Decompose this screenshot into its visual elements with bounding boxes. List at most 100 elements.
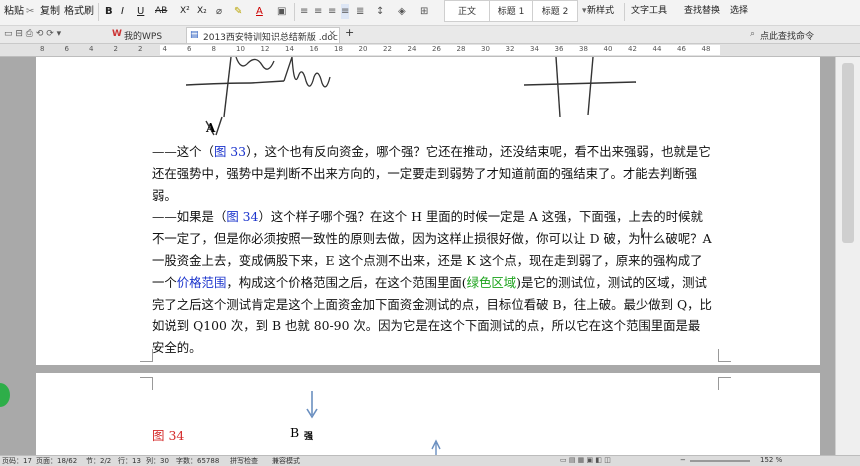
horizontal-ruler[interactable]: 8 6 4 2 2 4 6 8 10 12 14 16 18 20 22 24 26 28 30 32 34 36 38 40…: [0, 44, 860, 57]
figure-33-reference[interactable]: 图 33: [214, 144, 246, 159]
ruler-number: 6: [64, 45, 69, 53]
find-replace-button[interactable]: 查找替换: [684, 4, 720, 19]
align-left-icon[interactable]: ≡: [300, 4, 308, 19]
para2-text-b: ，构成这个价格范围之后，在这个范围里面(: [226, 274, 467, 290]
status-bar: 页码：17 页面：18/62 节：2/2 行：13 列：30 字数：65788 …: [0, 455, 860, 466]
ruler-number: 34: [530, 45, 539, 53]
ruler-number: 14: [285, 45, 294, 53]
figure-label-a: A: [206, 121, 216, 135]
ruler-number: 44: [652, 45, 662, 53]
document-body[interactable]: ——这个（图 33），这个也有反向资金，哪个强？它还在推动，还没结束呢，看不出来…: [152, 141, 712, 359]
doc-tab-title: 2013西安特训知识总结新版 .doc: [203, 33, 338, 43]
ruler-number: 4: [162, 45, 167, 53]
italic-button[interactable]: I: [121, 4, 124, 19]
style-heading2[interactable]: 标题 2: [532, 0, 578, 22]
doc-icon: ▤: [190, 30, 199, 40]
close-tab-icon[interactable]: ×: [328, 29, 336, 39]
tab-my-wps[interactable]: 我的WPS: [124, 29, 162, 42]
highlight-icon[interactable]: ✎: [234, 4, 242, 19]
new-tab-button[interactable]: +: [345, 26, 354, 39]
tab-document[interactable]: ▤ 2013西安特训知识总结新版 .doc ×: [186, 27, 340, 43]
document-canvas: A ——这个（图 33），这个也有反向资金，哪个强？它还在推动，还没结束呢，看不…: [0, 57, 835, 455]
figure-label-b: B: [290, 425, 300, 440]
underline-button[interactable]: U: [137, 4, 144, 19]
copy-button[interactable]: 复制: [40, 4, 60, 19]
cut-icon[interactable]: ✂: [26, 4, 34, 19]
text-cursor-icon: I: [640, 227, 644, 242]
ruler-number: 2: [138, 45, 143, 53]
shading-icon[interactable]: ◈: [398, 4, 406, 19]
quick-access-icon[interactable]: ▭ ⊟ ⎙ ⟲ ⟳ ▾: [4, 29, 61, 39]
view-mode-icons[interactable]: ▭ ▤ ▦ ▣ ◧ ◫: [560, 456, 611, 464]
paragraph-2: ——如果是（图 34）这个样子哪个强？在这个 H 里面的时候一定是 A 这强，下…: [152, 206, 712, 359]
ruler-number: 8: [211, 45, 216, 53]
ruler-number: 22: [383, 45, 392, 53]
ribbon-toolbar: 粘贴 ✂ 复制 格式刷 B I U AB X² X₂ ⌀ ✎ A ▣ ≡ ≡ ≡…: [0, 0, 860, 26]
style-normal[interactable]: 正文: [444, 0, 490, 22]
subscript-button[interactable]: X₂: [197, 4, 207, 19]
ruler-number: 4: [89, 45, 94, 53]
ruler-number: 40: [603, 45, 613, 53]
floating-assistant-icon[interactable]: [0, 383, 10, 407]
ruler-number: 42: [628, 45, 637, 53]
strikethrough-button[interactable]: AB: [155, 4, 167, 19]
font-color-button[interactable]: A: [256, 4, 263, 19]
format-painter-button[interactable]: 格式刷: [64, 4, 94, 19]
vertical-scrollbar[interactable]: [835, 57, 860, 455]
bold-button[interactable]: B: [105, 4, 113, 19]
ruler-number: 36: [554, 45, 564, 53]
ruler-number: 18: [334, 45, 343, 53]
ruler-number: 38: [579, 45, 588, 53]
select-button[interactable]: 选择: [730, 4, 748, 19]
tab-bar: ▭ ⊟ ⎙ ⟲ ⟳ ▾ W 我的WPS ▤ 2013西安特训知识总结新版 .do…: [0, 26, 860, 44]
ruler-number: 16: [309, 45, 319, 53]
style-heading1-label: 标题 1: [497, 7, 525, 17]
ruler-number: 12: [260, 45, 270, 53]
paste-button[interactable]: 粘贴: [4, 4, 24, 19]
superscript-button[interactable]: X²: [180, 4, 190, 19]
align-right-icon[interactable]: ≡: [328, 4, 336, 19]
page[interactable]: A ——这个（图 33），这个也有反向资金，哪个强？它还在推动，还没结束呢，看不…: [36, 57, 820, 365]
ruler-number: 20: [358, 45, 368, 53]
styles-more-icon[interactable]: ▾: [582, 4, 587, 19]
ruler-number: 32: [505, 45, 515, 53]
ruler-number: 48: [701, 45, 711, 53]
borders-icon[interactable]: ⊞: [420, 4, 428, 19]
style-heading2-label: 标题 2: [541, 7, 569, 17]
style-normal-label: 正文: [457, 7, 476, 17]
clear-format-icon[interactable]: ⌀: [216, 4, 222, 19]
search-icon: ⌕: [750, 29, 756, 39]
figure-34-caption: 图 34: [152, 428, 185, 443]
paragraph-1: ——这个（图 33），这个也有反向资金，哪个强？它还在推动，还没结束呢，看不出来…: [152, 141, 712, 206]
ruler-number: 24: [407, 45, 417, 53]
align-center-icon[interactable]: ≡: [314, 4, 322, 19]
ruler-number: 30: [481, 45, 490, 53]
page[interactable]: 图 34 B 强: [36, 373, 820, 455]
zoom-out-icon[interactable]: −: [680, 456, 686, 464]
crop-mark: [718, 349, 731, 362]
char-border-icon[interactable]: ▣: [277, 4, 286, 19]
separator: [98, 3, 99, 21]
para2-dash: ——如果是（: [152, 209, 227, 225]
line-spacing-icon[interactable]: ↕: [376, 4, 384, 19]
justify-icon[interactable]: ≡: [341, 4, 350, 19]
ruler-number: 10: [236, 45, 245, 53]
scrollbar-thumb[interactable]: [842, 63, 854, 243]
style-heading1[interactable]: 标题 1: [489, 0, 533, 22]
zoom-level: 152 %: [760, 456, 783, 464]
green-zone-text: 绿色区域: [466, 274, 517, 290]
ruler-number: 2: [113, 45, 118, 53]
ruler-number: 26: [432, 45, 441, 53]
text-tools-button[interactable]: 文字工具: [631, 4, 667, 19]
search-command-input[interactable]: 点此查找命令: [760, 29, 814, 42]
new-style-button[interactable]: 新样式: [587, 4, 614, 19]
ruler-number: 6: [187, 45, 192, 53]
para1-dash: ——这个（: [152, 144, 214, 159]
ruler-number: 46: [677, 45, 686, 53]
distribute-icon[interactable]: ≣: [356, 4, 364, 19]
separator: [624, 3, 625, 21]
crop-mark: [140, 349, 153, 362]
figure-34-reference[interactable]: 图 34: [226, 209, 258, 224]
zoom-slider[interactable]: [690, 460, 750, 462]
price-range-link[interactable]: 价格范围: [177, 275, 227, 290]
